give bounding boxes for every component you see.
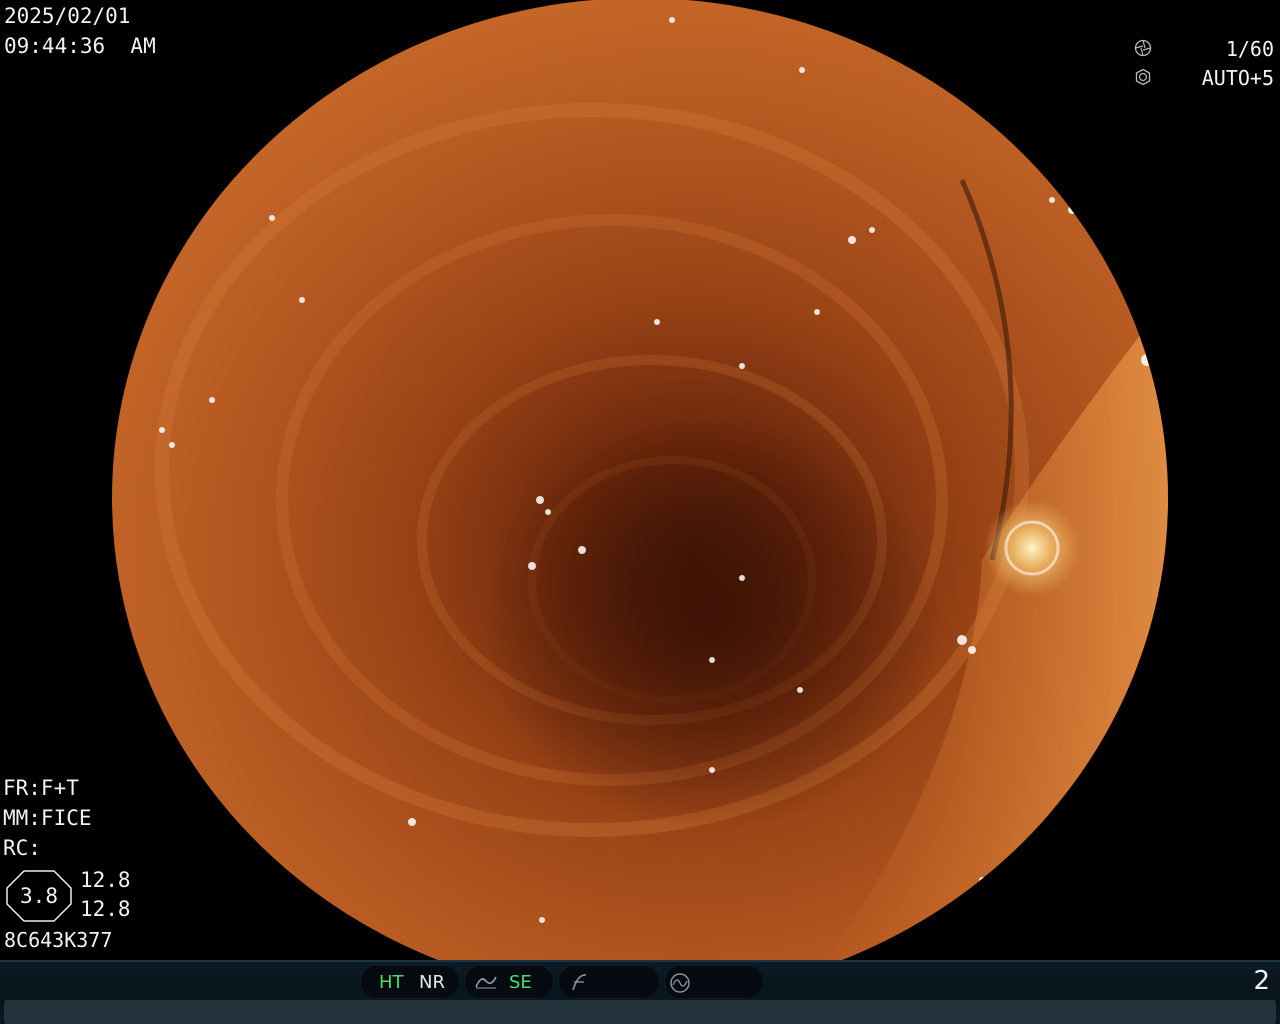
ht-nr-indicator: HT NR xyxy=(360,965,460,999)
time-readout: 09:44:36 AM xyxy=(4,34,156,58)
wave-circle-icon xyxy=(670,973,690,993)
value-readout-2: 12.8 xyxy=(80,897,131,921)
iris-icon xyxy=(1135,68,1151,86)
iris-mode: AUTO+5 xyxy=(1201,66,1274,90)
exposure-info: 1/60 AUTO+5 xyxy=(1134,37,1274,95)
f-curve-icon xyxy=(572,974,587,991)
value-readout-1: 12.8 xyxy=(80,868,131,892)
curve-icon xyxy=(475,976,497,989)
scope-serial: 8C643K377 xyxy=(4,928,113,952)
mm-readout: MM:FICE xyxy=(3,806,92,830)
nr-label: NR xyxy=(419,972,445,993)
endoscopic-image-render xyxy=(112,0,1168,960)
status-bottom-strip xyxy=(4,1000,1276,1024)
zoom-indicator: 3.8 xyxy=(6,870,72,922)
fr-readout: FR:F+T xyxy=(3,776,79,800)
endoscopic-image xyxy=(112,0,1168,960)
ht-label: HT xyxy=(379,972,404,993)
shutter-row: 1/60 xyxy=(1134,37,1274,66)
rc-readout: RC: xyxy=(3,836,41,860)
wave-indicator xyxy=(664,965,764,999)
se-indicator: SE xyxy=(464,965,554,999)
date-readout: 2025/02/01 xyxy=(4,4,131,28)
page-number: 2 xyxy=(1253,966,1270,996)
iris-row: AUTO+5 xyxy=(1134,66,1274,95)
shutter-speed: 1/60 xyxy=(1225,37,1274,61)
zoom-value: 3.8 xyxy=(20,884,58,908)
se-label: SE xyxy=(509,972,532,993)
aperture-icon xyxy=(1134,39,1152,57)
f-curve-indicator xyxy=(558,965,660,999)
endoscope-screen: 2025/02/01 09:44:36 AM 1/60 AUTO+5 FR:F+… xyxy=(0,0,1280,1024)
